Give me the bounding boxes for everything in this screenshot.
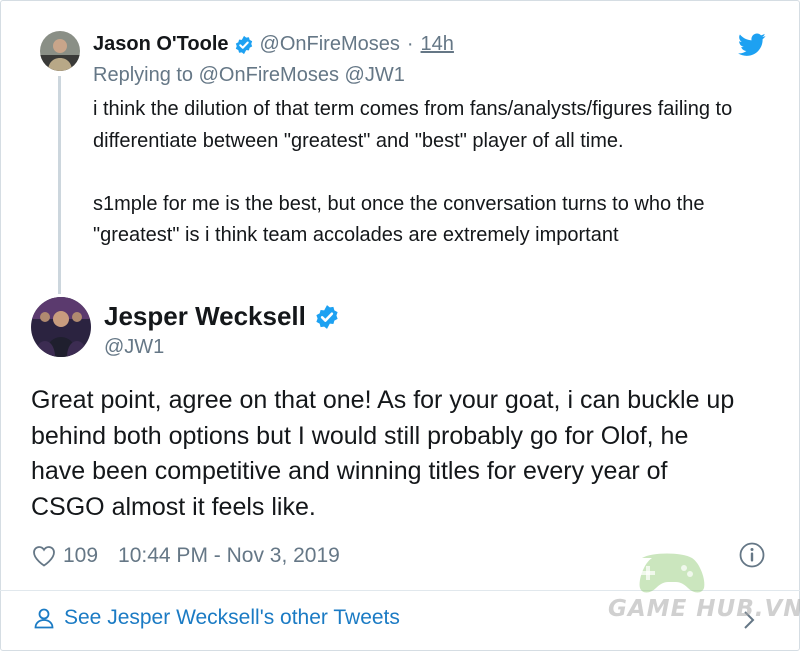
user-icon <box>34 608 54 629</box>
tweet-text-line: CSGO almost it feels like. <box>31 492 316 521</box>
main-author-handle[interactable]: @JW1 <box>104 336 164 359</box>
reply-paragraph: s1mple for me is the best, but once the … <box>93 192 705 247</box>
see-other-tweets-label[interactable]: See Jesper Wecksell's other Tweets <box>64 606 400 630</box>
verified-badge-icon <box>235 35 252 54</box>
heart-icon[interactable] <box>32 545 56 567</box>
replying-mentions[interactable]: @OnFireMoses @JW1 <box>199 64 405 86</box>
main-author-avatar[interactable] <box>31 297 91 357</box>
like-count[interactable]: 109 <box>63 544 98 568</box>
tweet-timestamp[interactable]: 10:44 PM - Nov 3, 2019 <box>118 544 340 568</box>
tweet-text-line: Great point, agree on that one! As for y… <box>31 386 735 414</box>
person-avatar-icon <box>31 297 91 357</box>
reply-author-name[interactable]: Jason O'Toole <box>93 33 229 56</box>
reply-author-handle[interactable]: @OnFireMoses <box>260 33 400 56</box>
twitter-bird-icon[interactable] <box>738 33 766 57</box>
tweet-meta-row: 109 10:44 PM - Nov 3, 2019 <box>32 542 340 570</box>
main-tweet-text: Great point, agree on that one! As for y… <box>31 383 781 525</box>
reply-tweet-text: i think the dilution of that term comes … <box>93 94 773 252</box>
info-icon[interactable] <box>739 542 765 568</box>
main-author-name[interactable]: Jesper Wecksell <box>104 301 306 332</box>
reply-timestamp[interactable]: 14h <box>421 33 454 56</box>
reply-header: Jason O'Toole @OnFireMoses · 14h <box>93 33 454 56</box>
meta-separator: · <box>406 33 414 55</box>
reply-paragraph: i think the dilution of that term comes … <box>93 98 733 152</box>
chevron-right-icon[interactable] <box>742 609 756 631</box>
replying-to-line: Replying to @OnFireMoses @JW1 <box>93 64 405 87</box>
thread-connector-line <box>58 76 61 294</box>
tweet-text-line: behind both options but I would still pr… <box>31 421 689 450</box>
main-author-name-row: Jesper Wecksell <box>104 301 346 332</box>
footer-divider <box>0 590 800 591</box>
person-avatar-icon <box>40 31 80 71</box>
verified-badge-icon <box>316 304 338 329</box>
reply-author-avatar[interactable] <box>40 31 80 71</box>
see-other-tweets-link[interactable]: See Jesper Wecksell's other Tweets <box>33 606 400 630</box>
tweet-text-line: have been competitive and winning titles… <box>31 457 668 485</box>
replying-prefix: Replying to <box>93 64 194 86</box>
